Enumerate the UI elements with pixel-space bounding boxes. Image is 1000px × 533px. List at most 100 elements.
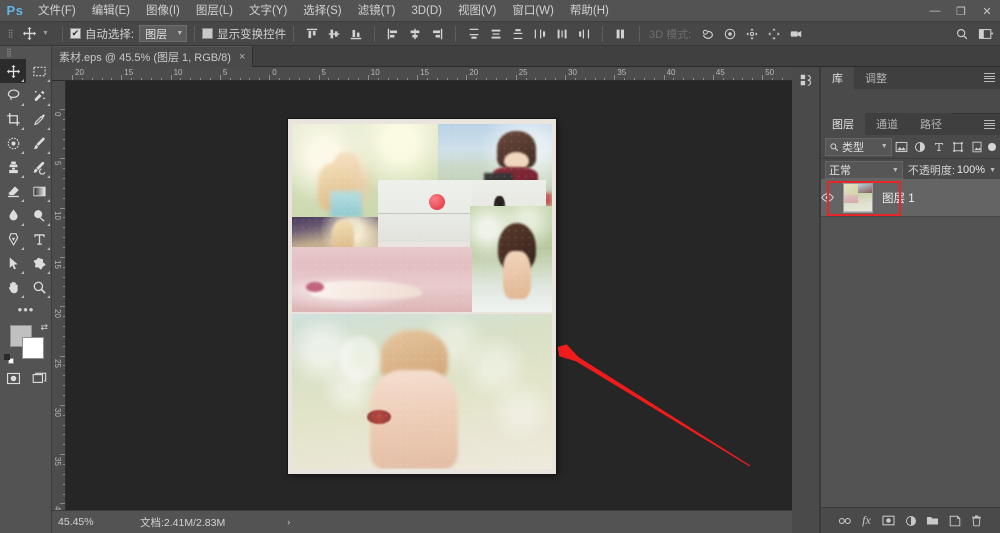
distribute-right-edges-icon[interactable] bbox=[573, 24, 595, 44]
filter-type-icon[interactable] bbox=[930, 138, 949, 156]
filter-shape-icon[interactable] bbox=[949, 138, 968, 156]
type-tool[interactable] bbox=[26, 227, 52, 251]
brush-tool[interactable] bbox=[26, 131, 52, 155]
close-button[interactable]: ✕ bbox=[974, 0, 1000, 22]
delete-layer-icon[interactable] bbox=[966, 510, 988, 532]
menu-window[interactable]: 窗口(W) bbox=[504, 0, 562, 22]
filter-pixel-icon[interactable] bbox=[892, 138, 911, 156]
document-tab[interactable]: 素材.eps @ 45.5% (图层 1, RGB/8) × bbox=[52, 46, 254, 67]
scale-3d-icon[interactable] bbox=[785, 24, 807, 44]
default-colors-icon[interactable] bbox=[4, 354, 14, 364]
distribute-vertical-centers-icon[interactable] bbox=[485, 24, 507, 44]
move-tool[interactable] bbox=[0, 59, 26, 83]
link-layers-icon[interactable] bbox=[834, 510, 856, 532]
menu-edit[interactable]: 编辑(E) bbox=[84, 0, 138, 22]
tool-preset-caret-icon[interactable]: ▼ bbox=[42, 30, 49, 37]
horizontal-ruler[interactable]: 20 15 10 5 0 5 10 15 20 25 30 35 40 45 50 bbox=[52, 67, 792, 81]
swap-colors-icon[interactable]: ⇄ bbox=[40, 322, 48, 333]
new-group-icon[interactable] bbox=[922, 510, 944, 532]
distribute-left-edges-icon[interactable] bbox=[529, 24, 551, 44]
auto-align-layers-icon[interactable] bbox=[610, 24, 632, 44]
crop-tool[interactable] bbox=[0, 107, 26, 131]
screen-mode-icon[interactable] bbox=[26, 367, 52, 389]
auto-select-checkbox[interactable]: ✔ bbox=[69, 28, 81, 39]
menu-view[interactable]: 视图(V) bbox=[450, 0, 504, 22]
add-layer-mask-icon[interactable] bbox=[878, 510, 900, 532]
align-vertical-centers-icon[interactable] bbox=[323, 24, 345, 44]
menu-image[interactable]: 图像(I) bbox=[138, 0, 188, 22]
layer-filter-kind-dropdown[interactable]: 类型 ▼ bbox=[825, 137, 892, 156]
menu-filter[interactable]: 滤镜(T) bbox=[350, 0, 404, 22]
show-transform-checkbox[interactable]: ✔ bbox=[202, 28, 214, 39]
menu-3d[interactable]: 3D(D) bbox=[403, 0, 450, 22]
eraser-tool[interactable] bbox=[0, 179, 26, 203]
roll-3d-icon[interactable] bbox=[719, 24, 741, 44]
edit-toolbar-button[interactable]: ••• bbox=[0, 299, 52, 319]
rotate-3d-icon[interactable] bbox=[697, 24, 719, 44]
clone-stamp-tool[interactable] bbox=[0, 155, 26, 179]
hand-tool[interactable] bbox=[0, 275, 26, 299]
vertical-ruler[interactable]: 0510152025303540 bbox=[52, 81, 66, 510]
tools-panel-grip[interactable]: ⣿ bbox=[0, 46, 51, 59]
filter-toggle-icon[interactable] bbox=[988, 142, 996, 151]
minimize-button[interactable]: — bbox=[922, 0, 948, 22]
panel-menu-icon[interactable] bbox=[984, 120, 995, 129]
filter-adjustment-icon[interactable] bbox=[911, 138, 930, 156]
distribute-bottom-edges-icon[interactable] bbox=[507, 24, 529, 44]
slide-3d-icon[interactable] bbox=[763, 24, 785, 44]
new-fill-adjustment-layer-icon[interactable] bbox=[900, 510, 922, 532]
dodge-tool[interactable] bbox=[26, 203, 52, 227]
align-left-edges-icon[interactable] bbox=[382, 24, 404, 44]
gradient-tool[interactable] bbox=[26, 179, 52, 203]
align-top-edges-icon[interactable] bbox=[301, 24, 323, 44]
drag-3d-icon[interactable] bbox=[741, 24, 763, 44]
canvas-area[interactable] bbox=[66, 81, 792, 510]
options-bar-grip[interactable]: ⣿ bbox=[4, 22, 16, 46]
tab-library[interactable]: 库 bbox=[821, 67, 854, 89]
restore-button[interactable]: ❐ bbox=[948, 0, 974, 22]
custom-shape-tool[interactable] bbox=[26, 251, 52, 275]
rectangular-marquee-tool[interactable] bbox=[26, 59, 52, 83]
zoom-level[interactable]: 45.45% bbox=[52, 516, 118, 528]
layer-name[interactable]: 图层 1 bbox=[882, 190, 915, 206]
layers-list[interactable]: 图层 1 bbox=[821, 179, 1000, 507]
opacity-value[interactable]: 100% bbox=[957, 164, 985, 176]
menu-layer[interactable]: 图层(L) bbox=[188, 0, 241, 22]
search-icon[interactable] bbox=[950, 24, 974, 44]
photo-collage-artboard[interactable] bbox=[288, 119, 556, 474]
align-horizontal-centers-icon[interactable] bbox=[404, 24, 426, 44]
align-bottom-edges-icon[interactable] bbox=[345, 24, 367, 44]
layer-thumbnail[interactable] bbox=[843, 182, 873, 213]
background-color-swatch[interactable] bbox=[22, 337, 44, 359]
tab-paths[interactable]: 路径 bbox=[909, 113, 953, 135]
tab-layers[interactable]: 图层 bbox=[821, 113, 865, 135]
history-brush-tool[interactable] bbox=[26, 155, 52, 179]
menu-file[interactable]: 文件(F) bbox=[30, 0, 84, 22]
auto-select-target-dropdown[interactable]: 图层 ▼ bbox=[139, 25, 188, 42]
layer-visibility-eye-icon[interactable] bbox=[821, 193, 843, 202]
layer-style-fx-icon[interactable]: fx bbox=[856, 510, 878, 532]
distribute-top-edges-icon[interactable] bbox=[463, 24, 485, 44]
eyedropper-tool[interactable] bbox=[26, 107, 52, 131]
new-layer-icon[interactable] bbox=[944, 510, 966, 532]
status-menu-arrow-icon[interactable]: › bbox=[225, 517, 290, 527]
quick-mask-icon[interactable] bbox=[0, 367, 26, 389]
pen-tool[interactable] bbox=[0, 227, 26, 251]
workspace-switcher-icon[interactable] bbox=[974, 24, 998, 44]
tab-adjustments[interactable]: 调整 bbox=[854, 67, 898, 89]
distribute-horizontal-centers-icon[interactable] bbox=[551, 24, 573, 44]
layer-row[interactable]: 图层 1 bbox=[821, 179, 1000, 217]
blur-tool[interactable] bbox=[0, 203, 26, 227]
spot-healing-brush-tool[interactable] bbox=[0, 131, 26, 155]
menu-help[interactable]: 帮助(H) bbox=[562, 0, 617, 22]
menu-select[interactable]: 选择(S) bbox=[295, 0, 349, 22]
menu-type[interactable]: 文字(Y) bbox=[241, 0, 295, 22]
quick-selection-tool[interactable] bbox=[26, 83, 52, 107]
lasso-tool[interactable] bbox=[0, 83, 26, 107]
filter-smart-object-icon[interactable] bbox=[967, 138, 986, 156]
close-icon[interactable]: × bbox=[239, 51, 245, 63]
path-selection-tool[interactable] bbox=[0, 251, 26, 275]
tab-channels[interactable]: 通道 bbox=[865, 113, 909, 135]
opacity-stepper-icon[interactable]: ▼ bbox=[989, 167, 996, 174]
align-right-edges-icon[interactable] bbox=[426, 24, 448, 44]
